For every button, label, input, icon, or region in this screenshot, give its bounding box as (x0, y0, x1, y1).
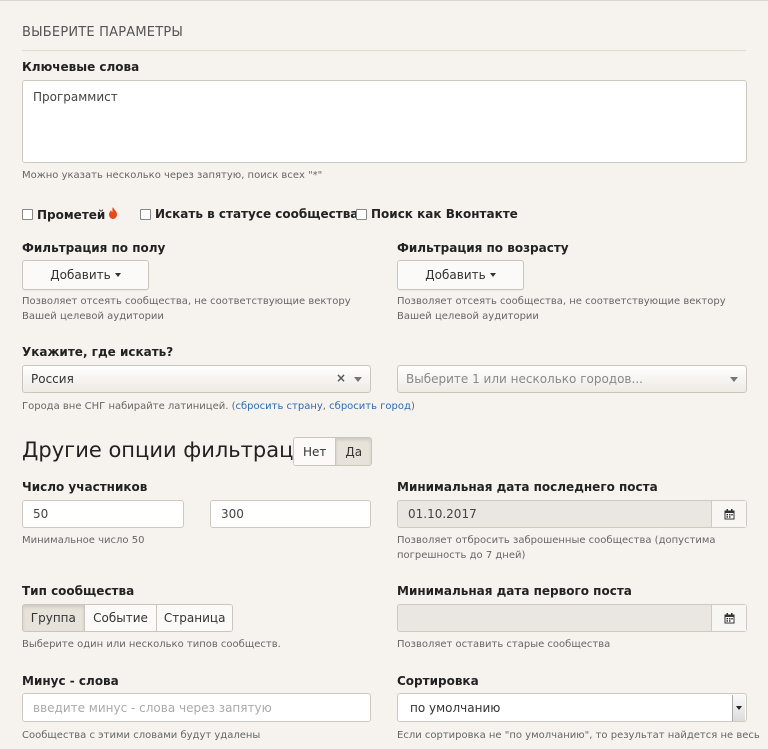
gender-add-button[interactable]: Добавить (22, 260, 149, 290)
age-add-button[interactable]: Добавить (397, 260, 524, 290)
sorting-value: по умолчанию (410, 700, 501, 715)
members-max-input[interactable]: 300 (210, 500, 371, 528)
other-options-no-button[interactable]: Нет (294, 438, 337, 465)
type-group-button[interactable]: Группа (23, 605, 85, 631)
other-options-title: Другие опции фильтрации (22, 438, 321, 462)
minus-words-hint: Сообщества с этими словами будут удалены (22, 730, 261, 741)
members-min-input[interactable]: 50 (22, 500, 184, 528)
country-value: Россия (31, 372, 74, 386)
city-placeholder: Выберите 1 или несколько городов... (406, 372, 643, 386)
sorting-label: Сортировка (397, 674, 479, 688)
location-label: Укажите, где искать? (22, 345, 174, 359)
prometheus-label: Прометей (37, 207, 106, 222)
age-add-label: Добавить (425, 268, 486, 282)
first-post-hint: Позволяет оставить старые сообщества (397, 639, 611, 650)
city-select[interactable]: Выберите 1 или несколько городов... (397, 365, 747, 393)
clear-icon[interactable]: × (336, 371, 346, 385)
fire-icon (108, 207, 118, 222)
status-search-label: Искать в статусе сообщества (155, 207, 359, 221)
checkbox-box[interactable] (22, 209, 33, 220)
prometheus-checkbox[interactable]: Прометей (22, 207, 118, 222)
last-post-label: Минимальная дата последнего поста (397, 480, 658, 494)
dropdown-arrow-icon[interactable] (732, 695, 745, 721)
country-select[interactable]: Россия × (22, 365, 371, 393)
location-hint-text: Города вне СНГ набирайте латиницей. ( (22, 401, 236, 412)
chevron-down-icon (730, 377, 738, 382)
first-post-label: Минимальная дата первого поста (397, 584, 632, 598)
last-post-date-input[interactable]: 01.10.2017 (397, 500, 747, 528)
age-filter-hint: Позволяет отсеять сообщества, не соответ… (397, 296, 726, 322)
sorting-select[interactable]: по умолчанию (397, 693, 747, 722)
vk-search-checkbox[interactable]: Поиск как Вконтакте (356, 207, 518, 221)
members-label: Число участников (22, 480, 148, 494)
keywords-label: Ключевые слова (22, 60, 140, 74)
calendar-icon[interactable] (711, 501, 746, 527)
vk-search-label: Поиск как Вконтакте (371, 207, 518, 221)
other-options-toggle[interactable]: Нет Да (293, 437, 372, 466)
first-post-date-input[interactable] (397, 604, 747, 632)
location-hint-suffix: ) (410, 401, 415, 412)
minus-words-input[interactable]: введите минус - слова через запятую (22, 693, 371, 722)
checkbox-box[interactable] (356, 208, 367, 220)
community-type-group[interactable]: Группа Событие Страница (22, 604, 233, 632)
section-title: ВЫБЕРИТЕ ПАРАМЕТРЫ (22, 25, 184, 40)
caret-down-icon (489, 273, 496, 277)
keywords-hint: Можно указать несколько через запятую, п… (22, 170, 323, 181)
last-post-date-value: 01.10.2017 (408, 507, 477, 521)
type-event-button[interactable]: Событие (84, 605, 158, 631)
gender-add-label: Добавить (50, 268, 111, 282)
gender-filter-label: Фильтрация по полу (22, 241, 166, 255)
gender-filter-hint: Позволяет отсеять сообщества, не соответ… (22, 296, 351, 322)
reset-country-link[interactable]: сбросить страну (236, 401, 323, 412)
age-filter-label: Фильтрация по возрасту (397, 241, 569, 255)
reset-city-link[interactable]: сбросить город (329, 401, 411, 412)
caret-down-icon (114, 273, 121, 277)
keywords-textarea[interactable]: Программист (22, 80, 747, 163)
sorting-hint: Если сортировка не "по умолчанию", то ре… (397, 730, 760, 741)
divider (22, 50, 746, 51)
status-search-checkbox[interactable]: Искать в статусе сообщества (140, 207, 358, 221)
minus-words-placeholder: введите минус - слова через запятую (33, 700, 272, 715)
location-hint: Города вне СНГ набирайте латиницей. (сбр… (22, 399, 415, 414)
calendar-icon[interactable] (711, 605, 746, 631)
chevron-down-icon (354, 377, 362, 382)
community-type-label: Тип сообщества (22, 584, 135, 598)
last-post-hint: Позволяет отбросить заброшенные сообщест… (397, 535, 716, 561)
type-page-button[interactable]: Страница (157, 605, 232, 631)
checkbox-box[interactable] (140, 208, 151, 220)
minus-words-label: Минус - слова (22, 674, 119, 688)
other-options-yes-button[interactable]: Да (336, 438, 371, 465)
members-hint: Минимальное число 50 (22, 535, 145, 546)
community-type-hint: Выберите один или несколько типов сообще… (22, 639, 281, 650)
